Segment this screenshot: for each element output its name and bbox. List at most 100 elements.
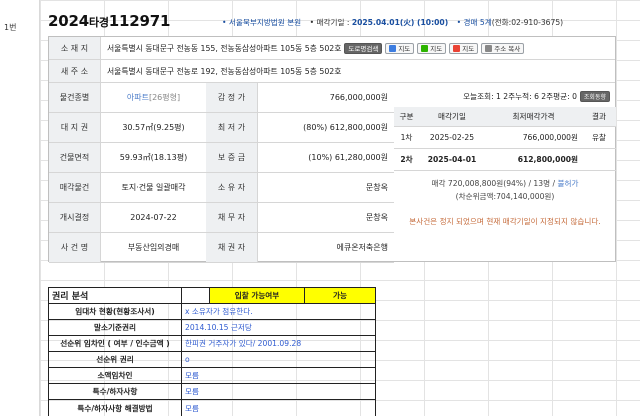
road-search-button[interactable]: 도로명검색 — [344, 42, 383, 54]
bid-possible-label: 입찰 가능여부 — [210, 288, 305, 303]
dept-phone: (전화:02-910-3675) — [491, 18, 564, 27]
rights-title-row: 권리 분석 입찰 가능여부 가능 — [49, 288, 375, 304]
detail-value-2: (10%) 61,280,000원 — [308, 153, 388, 162]
detail-value-2: 문창옥 — [365, 213, 388, 222]
rights-value[interactable]: 모름 — [182, 400, 375, 416]
case-type: 타경 — [88, 16, 109, 29]
view-stats: 오늘조회: 1 2주누적: 6 2주평균: 0 — [463, 91, 577, 101]
detail-label-2: 소 유 자 — [206, 173, 258, 202]
rights-label: 말소기준권리 — [49, 320, 182, 335]
history-price: 612,800,000원 — [517, 155, 578, 164]
detail-value: 59.93㎡(18.13평) — [101, 143, 206, 172]
rights-value[interactable]: o — [182, 352, 375, 367]
history-result — [582, 149, 616, 170]
detail-value-text: 부동산임의경매 — [127, 243, 180, 252]
new-address-label: 새 주 소 — [49, 60, 101, 82]
daum-icon — [389, 44, 397, 52]
detail-label: 개시결정 — [49, 203, 101, 232]
rights-title: 권리 분석 — [49, 288, 182, 303]
naver-icon — [421, 44, 429, 52]
detail-label-2: 보 증 금 — [206, 143, 258, 172]
status-note: 본사건은 정지 되었으며 현재 매각기일이 지정되지 않습니다. — [409, 217, 601, 226]
history-header-row: 구분 매각기일 최저매각가격 결과 — [394, 107, 616, 127]
history-header-result: 결과 — [592, 112, 606, 121]
detail-value-text: 2024-07-22 — [130, 213, 177, 222]
property-detail-row: 개시결정 2024-07-22 채 무 자 문창옥 — [49, 203, 394, 233]
rights-value[interactable]: 모름 — [182, 368, 375, 383]
detail-label: 매각물건 — [49, 173, 101, 202]
history-row: 2차 2025-04-01 612,800,000원 — [394, 149, 616, 171]
detail-label: 건물면적 — [49, 143, 101, 172]
detail-value: 2024-07-22 — [101, 203, 206, 232]
sale-summary: 매각 720,008,800원(94%) / 13명 / 불허가 (차순위금액:… — [394, 177, 616, 203]
new-address-value: 서울특별시 동대문구 전농로 192, 전농동삼성아파트 105동 5층 502… — [107, 66, 342, 76]
history-round: 2차 — [400, 155, 413, 164]
detail-value: 아파트 [26평형] — [101, 83, 206, 112]
detail-value: 부동산임의경매 — [101, 233, 206, 262]
detail-value: 토지·건물 일괄매각 — [101, 173, 206, 202]
dept-label: • 경매 5계 — [456, 18, 492, 27]
property-info-panel: 소 재 지 서울특별시 동대문구 전농동 155, 전농동삼성아파트 105동 … — [48, 36, 616, 263]
detail-value-2: 766,000,000원 — [329, 93, 388, 102]
detail-value-extra: [26평형] — [148, 93, 181, 102]
detail-label: 물건종별 — [49, 83, 101, 112]
rights-analysis-table: 권리 분석 입찰 가능여부 가능 임대차 현황(현황조사서) x 소유자가 점유한… — [48, 287, 376, 416]
history-header-date: 매각기일 — [438, 112, 466, 121]
case-number: 112971 — [108, 12, 171, 30]
property-detail-row: 매각물건 토지·건물 일괄매각 소 유 자 문창옥 — [49, 173, 394, 203]
detail-label: 사 건 명 — [49, 233, 101, 262]
auction-date: 2025.04.01(火) (10:00) — [351, 18, 449, 27]
rights-row: 소액임차인 모름 — [49, 368, 375, 384]
address-cell: 서울특별시 동대문구 전농동 155, 전농동삼성아파트 105동 5층 502… — [101, 37, 615, 59]
history-header-price: 최저매각가격 — [512, 112, 555, 121]
history-date: 2025-04-01 — [427, 155, 477, 164]
rights-label: 소액임차인 — [49, 368, 182, 383]
history-date: 2025-02-25 — [429, 133, 475, 142]
rights-label: 특수/하자사항 — [49, 384, 182, 399]
property-detail-row: 건물면적 59.93㎡(18.13평) 보 증 금 (10%) 61,280,000원 — [49, 143, 394, 173]
rights-value[interactable]: 한피권 거주자가 있다/ 2001.09.28 — [182, 336, 375, 351]
auction-date-label: • 매각기일 : — [309, 18, 352, 27]
case-number-title: 2024타경112971 — [48, 12, 170, 30]
detail-label-2: 감 정 가 — [206, 83, 258, 112]
case-header-info: • 서울북부지방법원 본원 • 매각기일 : 2025.04.01(火) (10… — [222, 17, 563, 28]
rights-row: 임대차 현황(현황조사서) x 소유자가 점유한다. — [49, 304, 375, 320]
property-detail-row: 사 건 명 부동산임의경매 채 권 자 에큐온저축은행 — [49, 233, 394, 263]
detail-value: 30.57㎡(9.25평) — [101, 113, 206, 142]
address-row: 소 재 지 서울특별시 동대문구 전농동 155, 전농동삼성아파트 105동 … — [49, 37, 615, 60]
history-round: 1차 — [400, 133, 413, 142]
detail-label: 대 지 권 — [49, 113, 101, 142]
rights-value[interactable]: 2014.10.15 근저당 — [182, 320, 375, 335]
detail-value-text: 59.93㎡(18.13평) — [119, 153, 188, 162]
rights-label: 임대차 현황(현황조사서) — [49, 304, 182, 319]
detail-value-text: 토지·건물 일괄매각 — [121, 183, 186, 192]
daum-map-button[interactable]: 지도 — [385, 42, 415, 54]
bid-possible-value: 가능 — [305, 288, 375, 303]
naver-map-button[interactable]: 지도 — [417, 42, 447, 54]
history-row: 1차 2025-02-25 766,000,000원 유찰 — [394, 127, 616, 149]
address-value: 서울특별시 동대문구 전농동 155, 전농동삼성아파트 105동 5층 502… — [107, 43, 342, 53]
rights-label: 선순위 권리 — [49, 352, 182, 367]
view-trend-button[interactable]: 조회동향 — [579, 90, 610, 102]
rights-row: 선순위 임차인 ( 여부 / 인수금액 ) 한피권 거주자가 있다/ 2001.0… — [49, 336, 375, 352]
second-bid-amount: (차순위금액:704,140,000원) — [455, 192, 555, 201]
detail-value-text: 아파트 — [126, 93, 149, 102]
rights-value[interactable]: 모름 — [182, 384, 375, 399]
history-price: 766,000,000원 — [522, 133, 578, 142]
detail-label-2: 최 저 가 — [206, 113, 258, 142]
rights-row: 특수/하자사항 모름 — [49, 384, 375, 400]
views-bar: 오늘조회: 1 2주누적: 6 2주평균: 0 조회동향 — [394, 85, 616, 107]
google-map-button[interactable]: 지도 — [449, 42, 479, 54]
detail-value-text: 30.57㎡(9.25평) — [122, 123, 185, 132]
detail-value-2: 에큐온저축은행 — [336, 243, 388, 252]
court-name: • 서울북부지방법원 본원 — [222, 18, 302, 27]
detail-value-2: (80%) 612,800,000원 — [303, 123, 388, 132]
rights-label: 특수/하자사항 해결방법 — [49, 400, 182, 416]
sale-summary-text: 매각 720,008,800원(94%) / 13명 / — [431, 179, 558, 188]
copy-address-button[interactable]: 주소 복사 — [481, 42, 525, 54]
disallowed-link[interactable]: 불허가 — [557, 179, 578, 188]
history-header-round: 구분 — [399, 112, 414, 121]
detail-label-2: 채 무 자 — [206, 203, 258, 232]
detail-label-2: 채 권 자 — [206, 233, 258, 262]
rights-value[interactable]: x 소유자가 점유한다. — [182, 304, 375, 319]
